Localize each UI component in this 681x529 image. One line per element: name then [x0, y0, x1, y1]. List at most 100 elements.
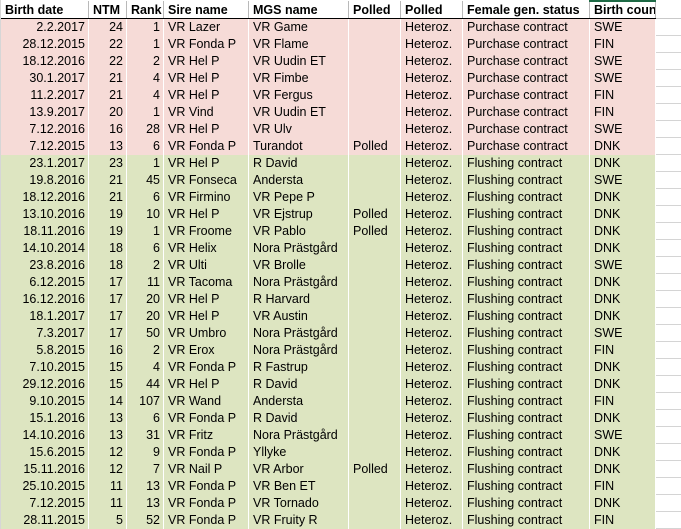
cell-birth_date[interactable]: 6.12.2015 — [0, 273, 89, 291]
cell-ntm[interactable]: 21 — [88, 171, 127, 189]
cell-polled_sire[interactable] — [348, 375, 401, 393]
cell-trailing-empty[interactable] — [655, 69, 681, 87]
table-row[interactable]: 28.11.2015 5 52 VR Fonda P VR Fruity R Hetero… — [0, 511, 681, 529]
cell-female_gen_status[interactable]: Flushing contract — [462, 171, 590, 189]
cell-rank[interactable]: 10 — [126, 205, 164, 223]
cell-ntm[interactable]: 21 — [88, 188, 127, 206]
cell-birth_country[interactable]: SWE — [589, 256, 656, 274]
cell-polled_sire[interactable]: Polled — [348, 205, 401, 223]
cell-trailing-empty[interactable] — [655, 137, 681, 155]
cell-mgs_name[interactable]: VR Fimbe — [248, 69, 349, 87]
cell-trailing-empty[interactable] — [655, 443, 681, 461]
cell-female_gen_status[interactable]: Flushing contract — [462, 358, 590, 376]
cell-birth_date[interactable]: 19.8.2016 — [0, 171, 89, 189]
cell-polled_sire[interactable] — [348, 52, 401, 70]
cell-rank[interactable]: 1 — [126, 103, 164, 121]
cell-polled_status[interactable]: Heteroz. — [400, 103, 463, 121]
cell-sire_name[interactable]: VR Wand — [163, 392, 249, 410]
cell-rank[interactable]: 4 — [126, 69, 164, 87]
cell-trailing-empty[interactable] — [655, 341, 681, 359]
cell-polled_sire[interactable] — [348, 358, 401, 376]
cell-trailing-empty[interactable] — [655, 86, 681, 104]
cell-female_gen_status[interactable]: Purchase contract — [462, 52, 590, 70]
table-row[interactable]: 25.10.2015 11 13 VR Fonda P VR Ben ET Heteroz… — [0, 477, 681, 495]
cell-trailing-empty[interactable] — [655, 290, 681, 308]
cell-birth_date[interactable]: 9.10.2015 — [0, 392, 89, 410]
cell-ntm[interactable]: 13 — [88, 409, 127, 427]
cell-female_gen_status[interactable]: Purchase contract — [462, 103, 590, 121]
cell-polled_sire[interactable] — [348, 69, 401, 87]
table-row[interactable]: 7.10.2015 15 4 VR Fonda PR Fastrup Heteroz. F… — [0, 358, 681, 376]
cell-birth_country[interactable]: FIN — [589, 103, 656, 121]
cell-polled_status[interactable]: Heteroz. — [400, 443, 463, 461]
cell-birth_country[interactable]: DNK — [589, 239, 656, 257]
cell-trailing-empty[interactable] — [655, 511, 681, 529]
cell-trailing-empty[interactable] — [655, 120, 681, 138]
cell-polled_status[interactable]: Heteroz. — [400, 171, 463, 189]
table-row[interactable]: 18.1.2017 17 20 VR Hel P VR Austin Heteroz. Fl… — [0, 307, 681, 325]
cell-rank[interactable]: 1 — [126, 18, 164, 36]
cell-rank[interactable]: 44 — [126, 375, 164, 393]
cell-mgs_name[interactable]: R David — [248, 409, 349, 427]
table-row[interactable]: 23.1.2017 23 1 VR Hel PR David Heteroz. Flush… — [0, 154, 681, 172]
table-row[interactable]: 29.12.2016 15 44 VR Hel PR David Heteroz. Flu… — [0, 375, 681, 393]
cell-ntm[interactable]: 20 — [88, 103, 127, 121]
cell-polled_sire[interactable] — [348, 256, 401, 274]
cell-trailing-empty[interactable] — [655, 375, 681, 393]
cell-mgs_name[interactable]: VR Ejstrup — [248, 205, 349, 223]
cell-birth_country[interactable]: DNK — [589, 358, 656, 376]
column-header-ntm[interactable]: NTM — [88, 1, 127, 19]
cell-polled_sire[interactable] — [348, 273, 401, 291]
cell-sire_name[interactable]: VR Fonda P — [163, 477, 249, 495]
cell-birth_country[interactable]: DNK — [589, 137, 656, 155]
cell-mgs_name[interactable]: R Fastrup — [248, 358, 349, 376]
cell-mgs_name[interactable]: Nora Prästgård — [248, 239, 349, 257]
column-header-birth-date[interactable]: Birth date — [0, 1, 89, 19]
cell-rank[interactable]: 2 — [126, 256, 164, 274]
cell-mgs_name[interactable]: VR Game — [248, 18, 349, 36]
cell-female_gen_status[interactable]: Flushing contract — [462, 307, 590, 325]
cell-sire_name[interactable]: VR Fonda P — [163, 409, 249, 427]
cell-polled_sire[interactable] — [348, 494, 401, 512]
cell-trailing-empty[interactable] — [655, 409, 681, 427]
cell-mgs_name[interactable]: VR Arbor — [248, 460, 349, 478]
table-row[interactable]: 7.12.2016 16 28 VR Hel P VR Ulv Heteroz. Purch… — [0, 120, 681, 138]
cell-female_gen_status[interactable]: Flushing contract — [462, 273, 590, 291]
cell-sire_name[interactable]: VR Froome — [163, 222, 249, 240]
cell-rank[interactable]: 28 — [126, 120, 164, 138]
cell-polled_sire[interactable] — [348, 188, 401, 206]
cell-polled_status[interactable]: Heteroz. — [400, 307, 463, 325]
cell-sire_name[interactable]: VR Hel P — [163, 69, 249, 87]
cell-female_gen_status[interactable]: Purchase contract — [462, 18, 590, 36]
cell-ntm[interactable]: 18 — [88, 239, 127, 257]
table-row[interactable]: 2.2.2017 24 1 VR Lazer VR Game Heteroz. Purcha… — [0, 18, 681, 36]
cell-polled_sire[interactable] — [348, 120, 401, 138]
cell-female_gen_status[interactable]: Flushing contract — [462, 324, 590, 342]
column-header-birth-country[interactable]: Birth country — [589, 0, 656, 19]
cell-birth_date[interactable]: 7.3.2017 — [0, 324, 89, 342]
cell-mgs_name[interactable]: VR Fergus — [248, 86, 349, 104]
cell-sire_name[interactable]: VR Fonda P — [163, 358, 249, 376]
cell-polled_sire[interactable] — [348, 103, 401, 121]
cell-female_gen_status[interactable]: Flushing contract — [462, 477, 590, 495]
cell-polled_sire[interactable] — [348, 443, 401, 461]
cell-mgs_name[interactable]: VR Ben ET — [248, 477, 349, 495]
cell-birth_country[interactable]: DNK — [589, 273, 656, 291]
cell-female_gen_status[interactable]: Flushing contract — [462, 239, 590, 257]
cell-female_gen_status[interactable]: Purchase contract — [462, 35, 590, 53]
cell-sire_name[interactable]: VR Vind — [163, 103, 249, 121]
cell-rank[interactable]: 2 — [126, 52, 164, 70]
cell-polled_status[interactable]: Heteroz. — [400, 375, 463, 393]
cell-trailing-empty[interactable] — [655, 205, 681, 223]
cell-ntm[interactable]: 22 — [88, 52, 127, 70]
cell-birth_date[interactable]: 7.10.2015 — [0, 358, 89, 376]
cell-polled_status[interactable]: Heteroz. — [400, 341, 463, 359]
cell-ntm[interactable]: 21 — [88, 86, 127, 104]
cell-ntm[interactable]: 15 — [88, 358, 127, 376]
cell-mgs_name[interactable]: Nora Prästgård — [248, 341, 349, 359]
cell-polled_status[interactable]: Heteroz. — [400, 35, 463, 53]
cell-ntm[interactable]: 24 — [88, 18, 127, 36]
cell-sire_name[interactable]: VR Hel P — [163, 307, 249, 325]
cell-rank[interactable]: 6 — [126, 137, 164, 155]
cell-mgs_name[interactable]: Andersta — [248, 171, 349, 189]
